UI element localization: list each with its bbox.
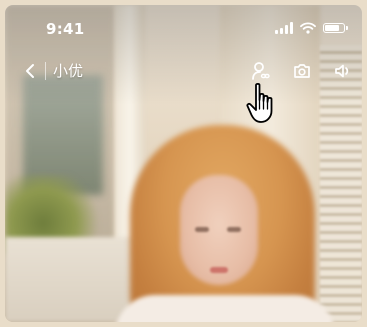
video-call-screen: [5, 5, 362, 322]
status-time: 9:41: [46, 20, 85, 38]
person-lips: [210, 267, 228, 273]
camera-button[interactable]: [289, 58, 315, 84]
speaker-icon: [335, 64, 349, 78]
back-button[interactable]: [18, 58, 42, 84]
person-eye-left: [195, 227, 209, 232]
chevron-left-icon: [26, 64, 34, 78]
camera-icon: [294, 64, 310, 78]
sound-button[interactable]: [330, 58, 356, 84]
wifi-icon: [300, 22, 316, 34]
person-shoulder: [115, 295, 335, 322]
person-eye-right: [227, 227, 241, 232]
person-link-icon: [252, 62, 270, 80]
battery-icon: [323, 23, 348, 33]
nav-divider: [45, 62, 46, 80]
battery-fill: [325, 25, 340, 31]
cellular-signal-icon: [275, 22, 293, 34]
nav-title: 小优: [53, 62, 84, 80]
status-icons: [275, 20, 348, 36]
profile-link-button[interactable]: [248, 58, 274, 84]
